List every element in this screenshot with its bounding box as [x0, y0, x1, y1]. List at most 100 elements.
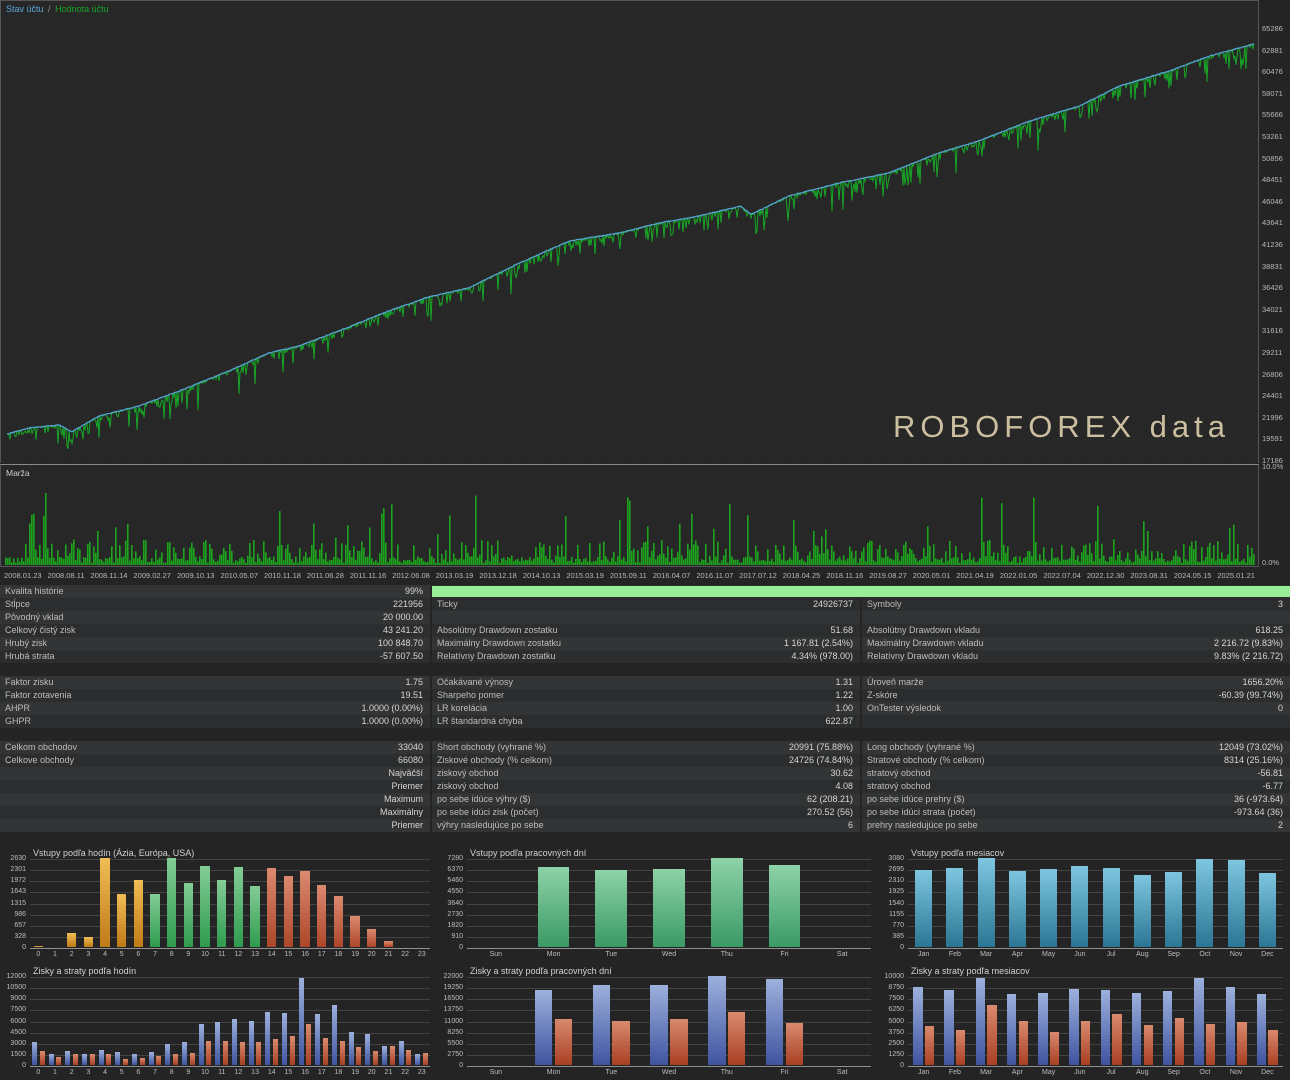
- y-tick-label: 2695: [888, 866, 904, 874]
- stat-value: 8314 (25.16%): [1223, 755, 1283, 765]
- x-tick-label: 23: [417, 951, 426, 958]
- y-tick-label: 13750: [443, 1006, 463, 1014]
- y-tick-label: 19250: [443, 984, 463, 992]
- bar: [298, 977, 304, 1065]
- date-tick-label: 2009.10.13: [176, 571, 215, 580]
- x-tick-label: Sun: [489, 1069, 503, 1076]
- bar-chart-1[interactable]: Vstupy podľa hodín (Ázia, Európa, USA) 0 3…: [0, 845, 437, 963]
- history-quality-progress: [430, 585, 1290, 598]
- bar: [148, 1052, 154, 1065]
- x-tick-label: Fri: [780, 951, 789, 958]
- stat-value: 1.22: [835, 690, 853, 700]
- stat-value: 19.51: [400, 690, 423, 700]
- x-tick-label: 7: [153, 951, 157, 958]
- bar: [167, 858, 177, 947]
- bar: [206, 1040, 212, 1065]
- bar: [139, 1058, 145, 1065]
- equity-chart-panel[interactable]: Stav účtu / Hodnota účtu ROBOFOREX data: [0, 0, 1259, 463]
- bar-chart-5[interactable]: Zisky a straty podľa pracovných dní 0 2750…: [437, 963, 878, 1080]
- bar-chart-3[interactable]: Vstupy podľa mesiacov 0 385 770 1155 1540 1925…: [878, 845, 1290, 963]
- y-tick-label: 48451: [1262, 175, 1283, 185]
- stat-value: 66080: [397, 755, 423, 765]
- stat-label: Ticky: [437, 599, 458, 609]
- bar: [150, 893, 160, 947]
- stat-label: Absolútny Drawdown vkladu: [867, 625, 981, 635]
- y-tick-label: 3640: [447, 899, 463, 907]
- stat-value: 1 167.81 (2.54%): [783, 638, 853, 648]
- bar-chart-2[interactable]: Vstupy podľa pracovných dní 0 910 1820 2730 3…: [437, 845, 878, 963]
- stat-value: 618.25: [1255, 625, 1283, 635]
- stat-label: Celkove obchody: [5, 755, 75, 765]
- bar: [1038, 992, 1048, 1065]
- margin-bars-chart: [5, 493, 1255, 565]
- bar: [106, 1053, 112, 1065]
- chart-plot-area[interactable]: [30, 858, 430, 949]
- stat-label: Úroveň marže: [867, 677, 924, 687]
- y-tick-label: 7500: [888, 995, 904, 1003]
- y-tick-label: 1643: [10, 888, 26, 896]
- x-tick-label: Sun: [489, 951, 503, 958]
- y-tick-label: 10000: [884, 973, 904, 980]
- y-tick-label: 1972: [10, 877, 26, 885]
- bar: [1131, 992, 1142, 1065]
- chart-plot-area[interactable]: [30, 977, 430, 1067]
- bar: [300, 871, 310, 947]
- chart-plot-area[interactable]: [467, 858, 871, 949]
- gridline: [467, 1021, 871, 1023]
- bar: [117, 894, 127, 947]
- stat-label: Maximálny Drawdown vkladu: [867, 638, 984, 648]
- bar: [768, 864, 801, 947]
- bar: [248, 1020, 254, 1065]
- y-tick-label: 2750: [447, 1050, 463, 1058]
- stat-label: Sharpeho pomer: [437, 690, 505, 700]
- legend-balance-label[interactable]: Stav účtu: [6, 4, 44, 14]
- bar-chart-6[interactable]: Zisky a straty podľa mesiacov 0 1250 2500 37…: [878, 963, 1290, 1080]
- chart-plot-area[interactable]: [908, 977, 1283, 1067]
- stat-value: 270.52 (56): [806, 807, 853, 817]
- stats-row: Celkom obchodov 33040 Short obchody (vyhra…: [0, 741, 1290, 754]
- y-tick-label: 0: [900, 944, 904, 951]
- bar: [785, 1023, 803, 1065]
- chart-x-axis: Jan Feb Mar Apr May Jun Jul Aug Sep Oct Nov Dec: [908, 951, 1283, 958]
- x-tick-label: 18: [334, 1069, 343, 1076]
- chart-plot-area[interactable]: [908, 858, 1283, 949]
- date-tick-label: 2011.06.28: [306, 571, 344, 580]
- stat-label: ziskový obchod: [437, 781, 499, 791]
- margin-min-tick: 0.0%: [1262, 558, 1280, 567]
- bar: [1256, 994, 1267, 1065]
- margin-chart-panel[interactable]: Marža: [0, 464, 1259, 567]
- bar: [1049, 1031, 1060, 1065]
- y-tick-label: 0: [22, 1062, 26, 1069]
- bar-chart-4[interactable]: Zisky a straty podľa hodín 0 1500 3000 4500 6…: [0, 963, 437, 1080]
- y-tick-label: 29211: [1262, 348, 1283, 357]
- y-tick-label: 65286: [1262, 24, 1283, 33]
- bar: [267, 868, 277, 947]
- gridline: [30, 1066, 430, 1067]
- y-tick-label: 43641: [1262, 218, 1283, 228]
- bar: [72, 1053, 78, 1065]
- date-tick-label: 2020.05.01: [912, 571, 951, 580]
- chart-title: Zisky a straty podľa mesiacov: [911, 966, 1030, 976]
- date-tick-label: 2022.07.04: [1043, 571, 1081, 580]
- bar: [554, 1019, 573, 1065]
- bar: [122, 1058, 128, 1065]
- x-tick-label: 0: [36, 1069, 41, 1076]
- chart-title: Zisky a straty podľa hodín: [33, 966, 137, 976]
- bar: [710, 858, 743, 947]
- chart-x-axis: Sun Mon Tue Wed Thu Fri Sat: [467, 951, 871, 958]
- chart-plot-area[interactable]: [467, 976, 871, 1067]
- x-tick-label: 22: [401, 1069, 410, 1076]
- legend-separator: /: [48, 4, 51, 14]
- bar: [987, 1005, 997, 1065]
- stat-value: 100 848.70: [377, 638, 423, 648]
- equity-curve-chart[interactable]: [1, 1, 1258, 463]
- broker-watermark: ROBOFOREX data: [892, 409, 1230, 444]
- stat-label: [0, 819, 5, 832]
- stat-value: Maximálny: [379, 807, 423, 817]
- stats-row: AHPR 1.0000 (0.00%) LR korelácia 1.00 OnTest…: [0, 702, 1290, 715]
- bar: [1112, 1013, 1122, 1065]
- bar: [915, 869, 933, 947]
- stat-label: výhry nasledujúce po sebe: [437, 820, 544, 830]
- bar: [537, 866, 570, 947]
- legend-equity-label[interactable]: Hodnota účtu: [55, 4, 109, 14]
